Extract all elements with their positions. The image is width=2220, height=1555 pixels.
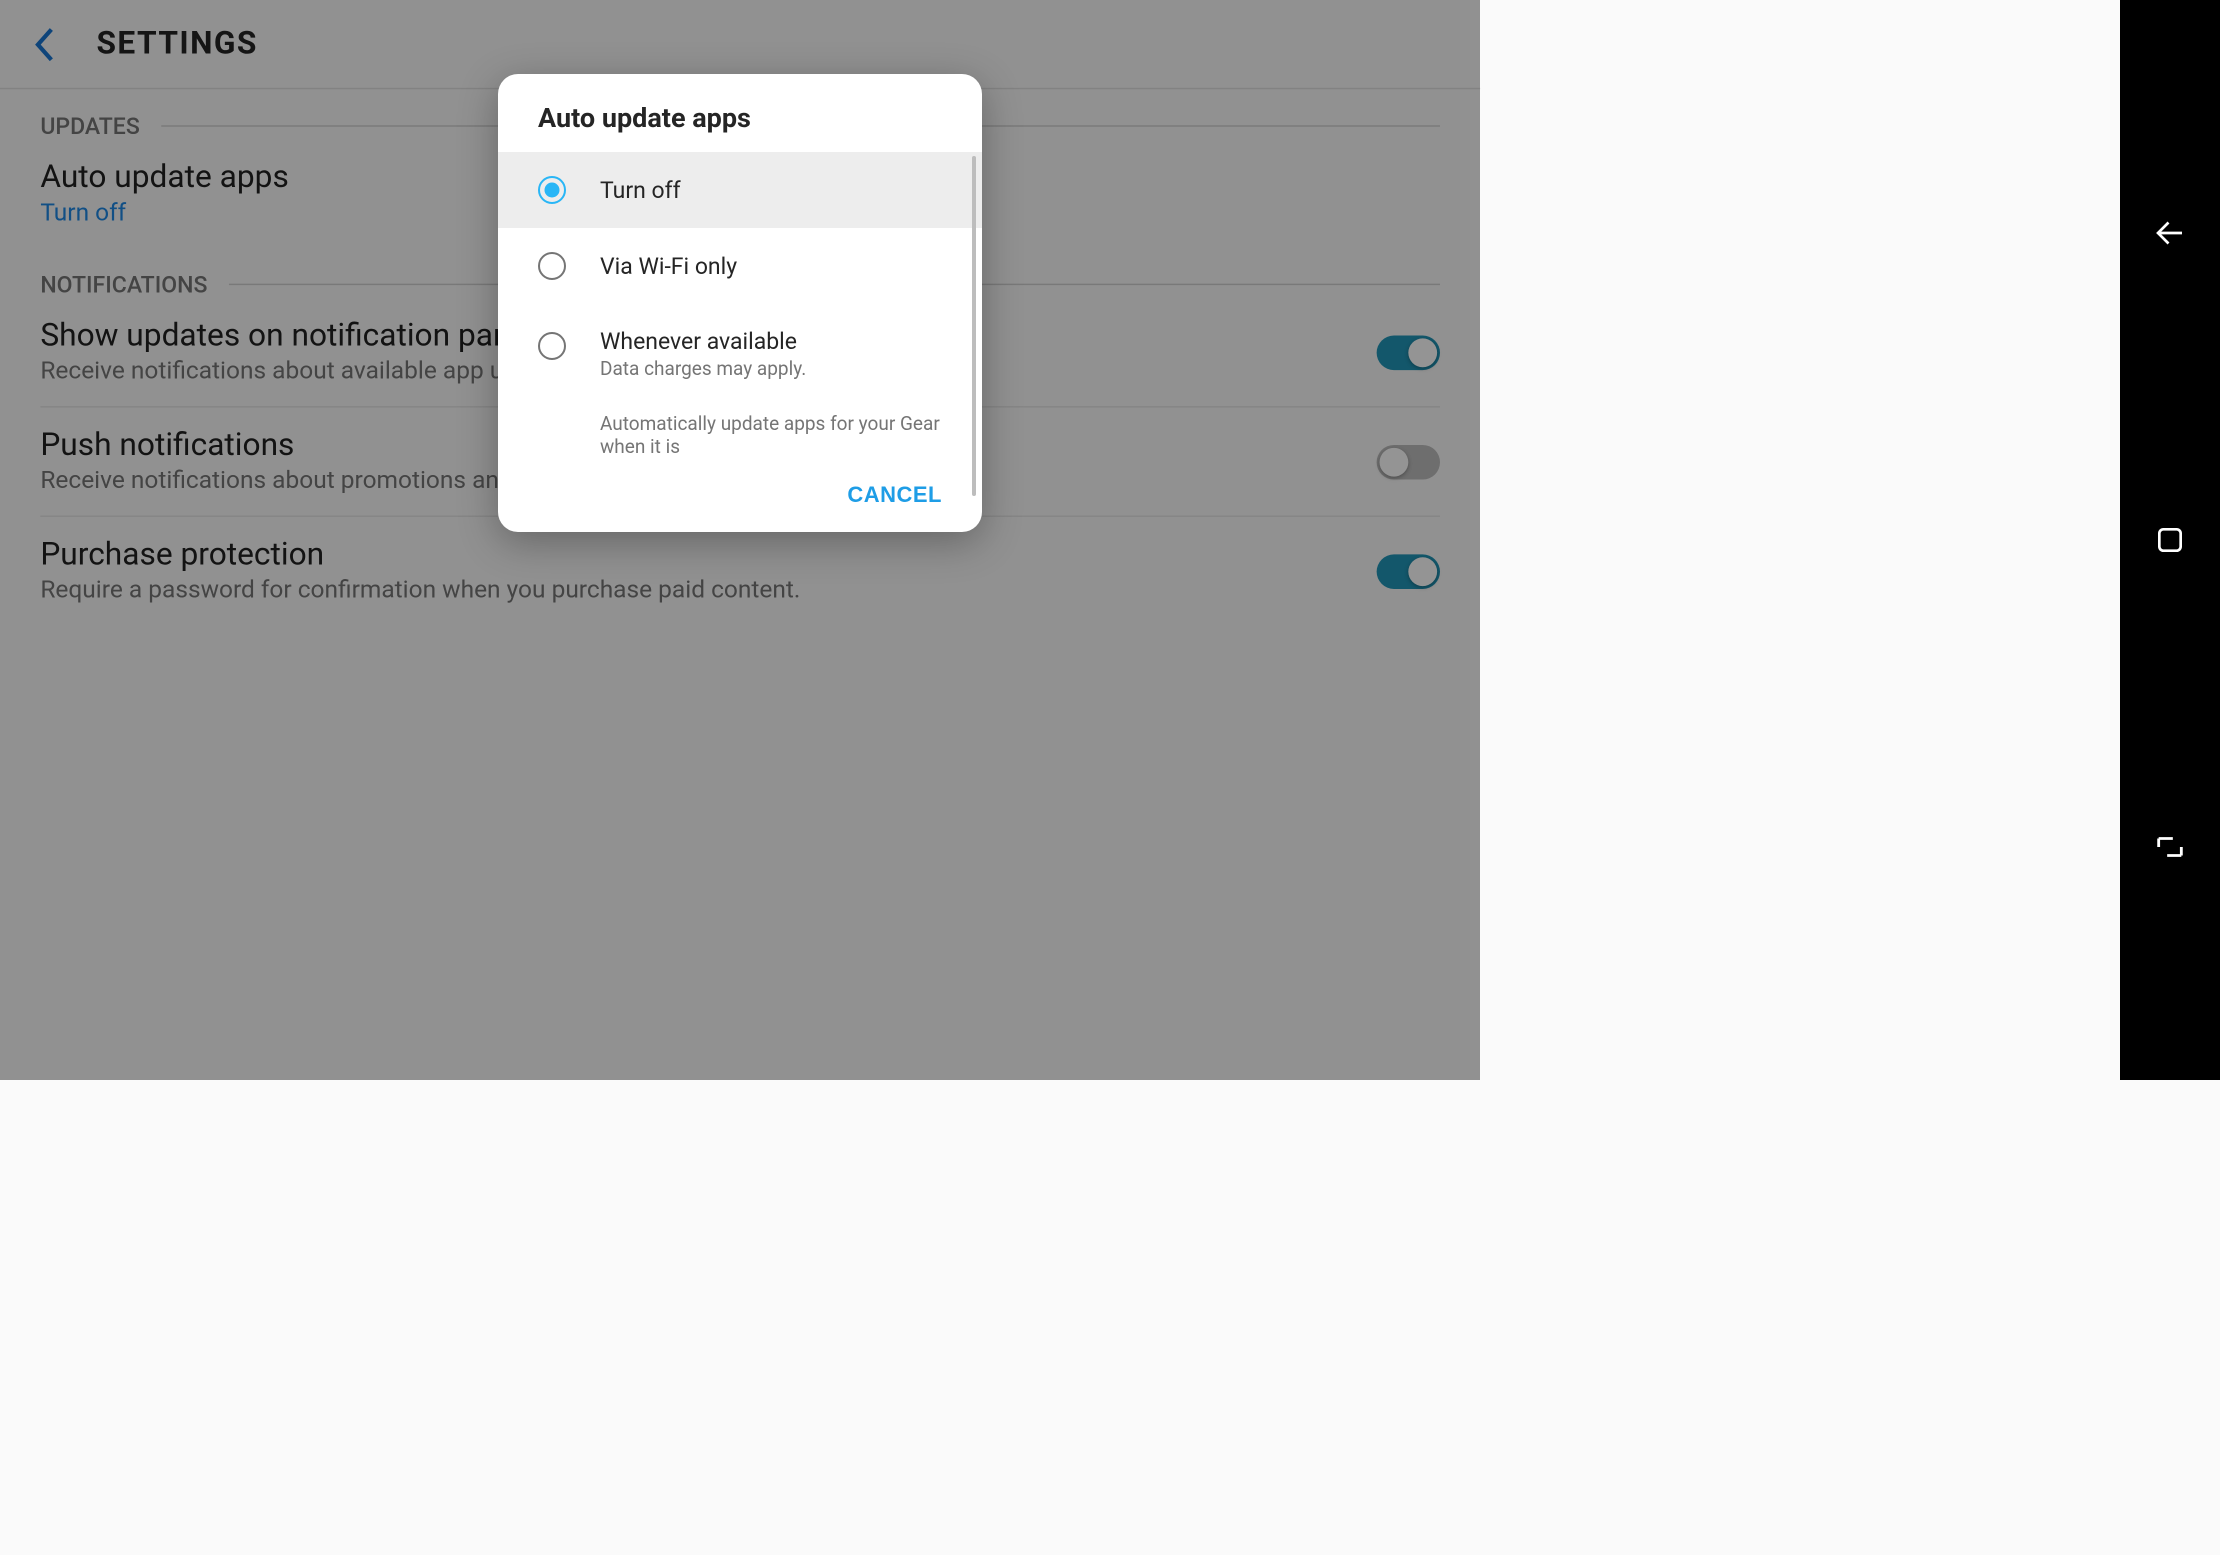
scrollbar[interactable] [972, 156, 976, 496]
nav-home-icon[interactable] [2150, 520, 2190, 560]
radio-option-whenever[interactable]: Whenever available Data charges may appl… [538, 304, 942, 404]
nav-back-icon[interactable] [2150, 213, 2190, 253]
cancel-button[interactable]: CANCEL [847, 482, 942, 508]
dialog-title: Auto update apps [498, 74, 982, 152]
radio-option-wifi-only[interactable]: Via Wi-Fi only [538, 228, 942, 304]
radio-icon [538, 176, 566, 204]
auto-update-dialog: Auto update apps Turn off Via Wi-Fi only… [498, 74, 982, 532]
system-nav-bar [2120, 0, 2220, 1080]
dialog-description: Automatically update apps for your Gear … [538, 404, 942, 458]
radio-icon [538, 332, 566, 360]
radio-option-turn-off[interactable]: Turn off [498, 152, 982, 228]
dialog-content: Turn off Via Wi-Fi only Whenever availab… [498, 152, 982, 458]
radio-icon [538, 252, 566, 280]
nav-recent-icon[interactable] [2150, 827, 2190, 867]
